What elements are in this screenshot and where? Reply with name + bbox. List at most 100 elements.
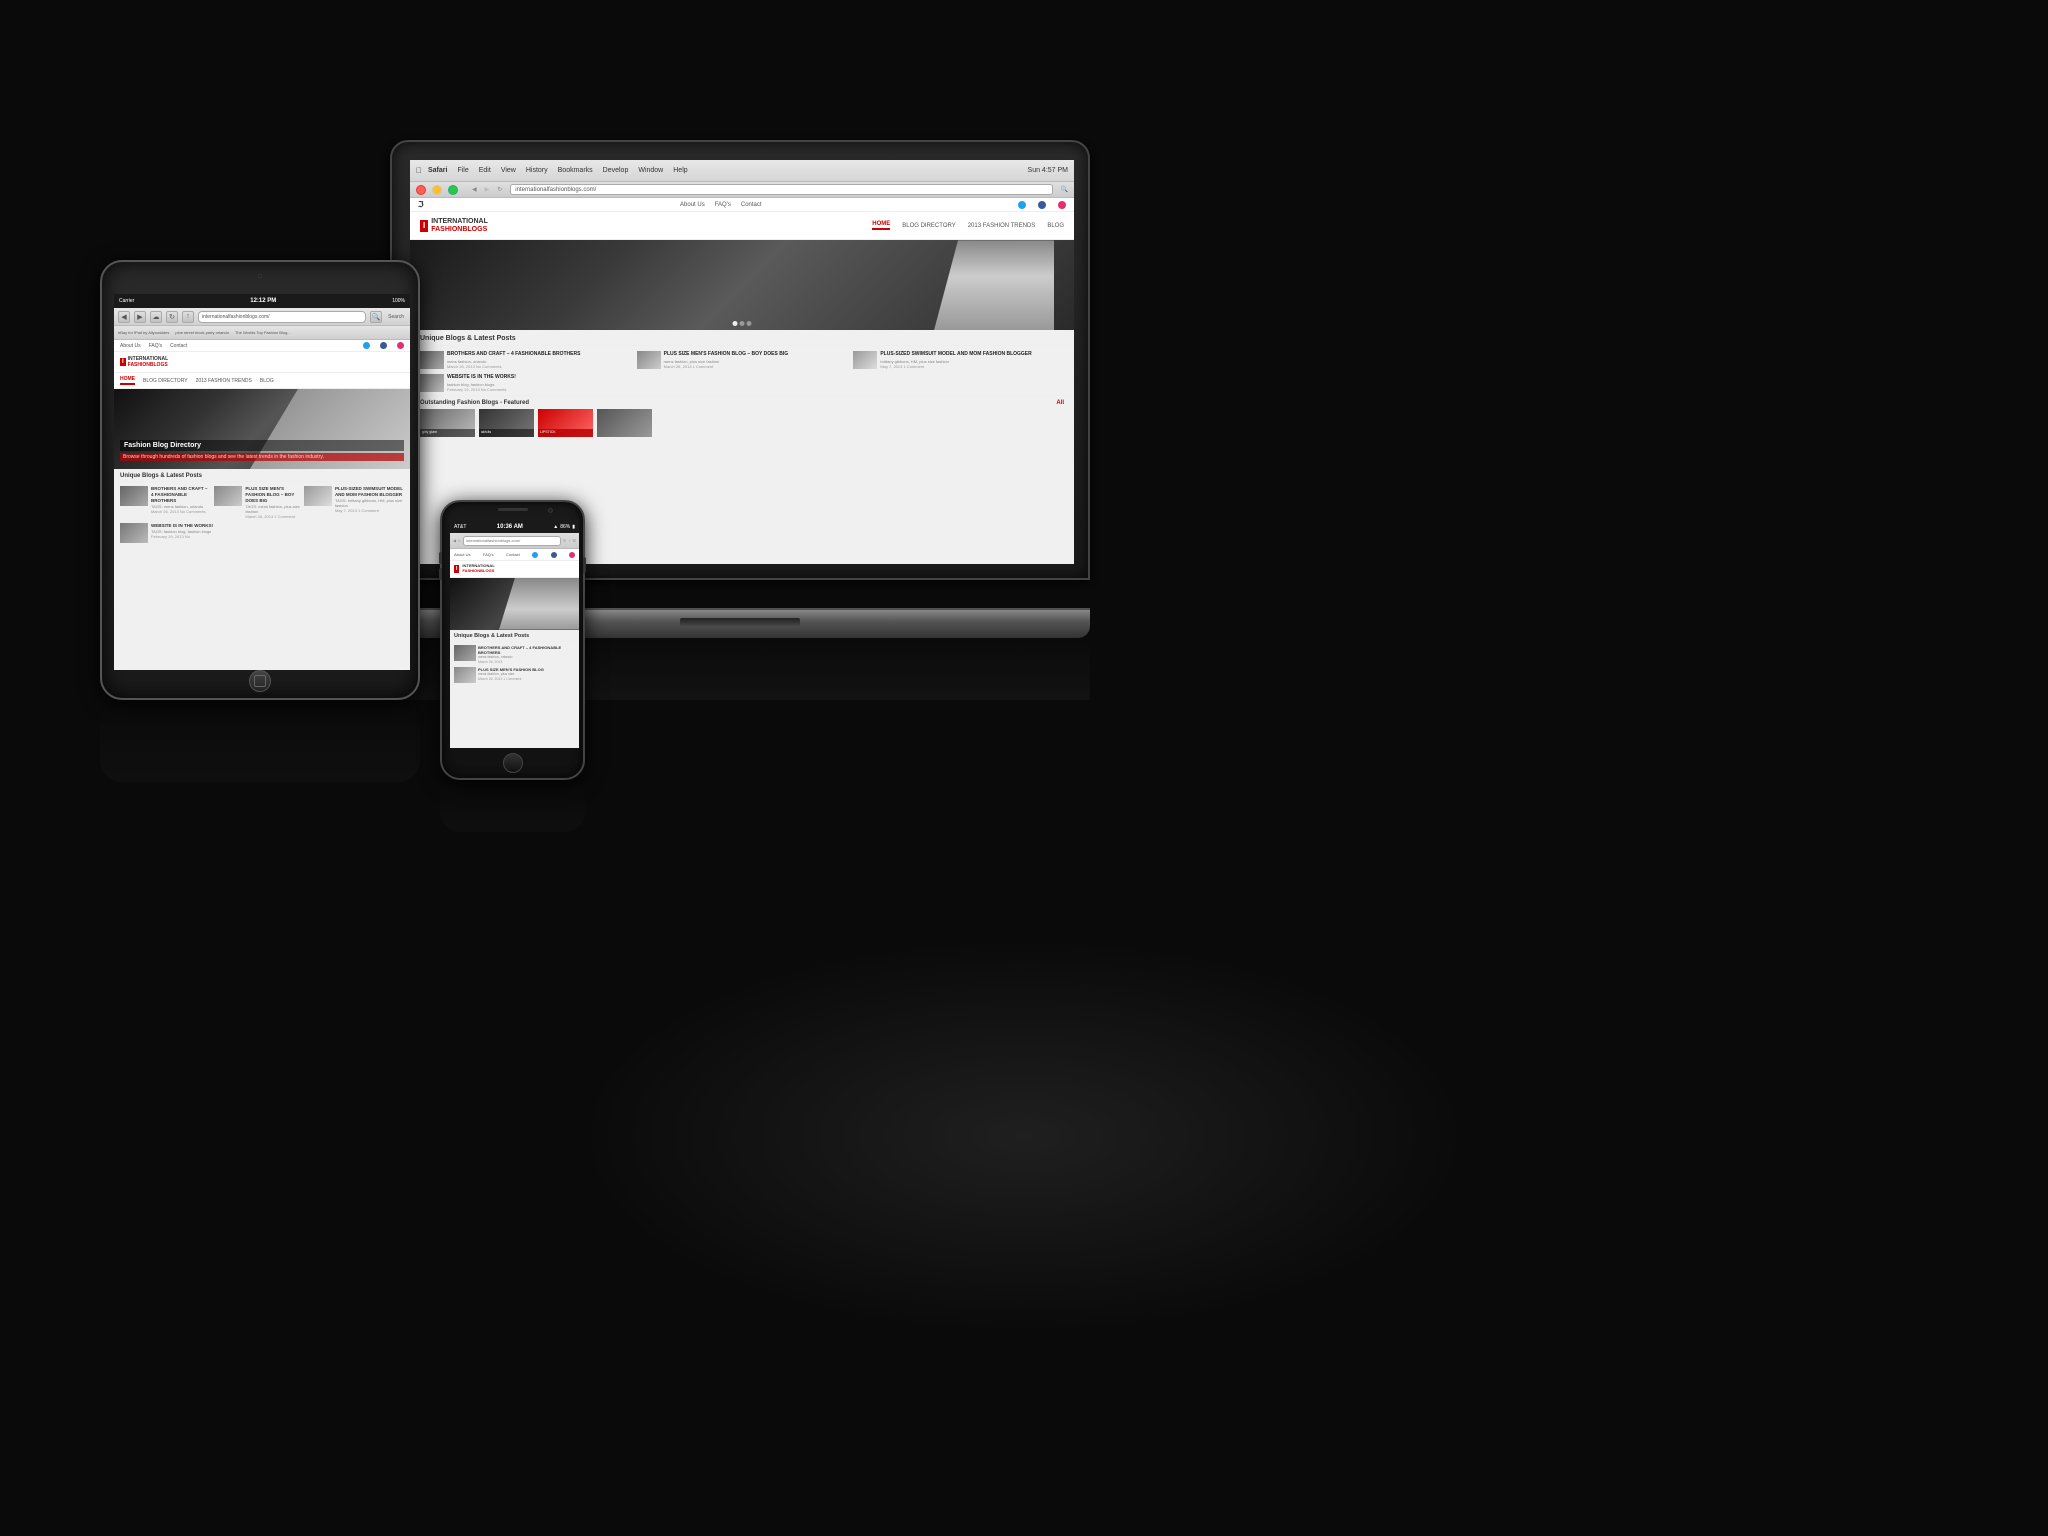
- featured-thumb-4: [597, 409, 652, 437]
- iphone-post-2: PLUS SIZE MEN'S FASHION BLOG mens fashio…: [454, 667, 575, 683]
- iphone-url-bar[interactable]: internationalfashionblogs.com/: [463, 536, 561, 546]
- maximize-button[interactable]: [448, 185, 458, 195]
- ipad-nav2-blog-dir[interactable]: BLOG DIRECTORY: [143, 378, 188, 384]
- slider-dot-2[interactable]: [740, 321, 745, 326]
- ipad-url-bar[interactable]: internationalfashionblogs.com/: [198, 311, 366, 323]
- iphone-url-text: internationalfashionblogs.com/: [466, 538, 520, 543]
- ipad-camera: [258, 274, 262, 278]
- search-icon[interactable]: 🔍: [1061, 186, 1068, 193]
- iphone-social-2[interactable]: [551, 552, 557, 558]
- iphone-back-btn[interactable]: ◀: [453, 538, 456, 543]
- iphone-nav-contact[interactable]: Contact: [506, 552, 520, 557]
- nav-trends[interactable]: 2013 FASHION TRENDS: [968, 223, 1036, 229]
- safari-menu-edit[interactable]: Edit: [479, 167, 491, 174]
- close-button[interactable]: [416, 185, 426, 195]
- ipad-bookmark-2[interactable]: pine street block party orlando: [175, 330, 229, 335]
- ipad-home-button[interactable]: [249, 670, 271, 692]
- forward-icon[interactable]: ▶: [485, 186, 490, 193]
- post-item-4: WEBSITE IS IN THE WORKS! fashion blog, f…: [420, 374, 1064, 392]
- safari-menu-bookmarks[interactable]: Bookmarks: [558, 167, 593, 174]
- iphone-posts: BROTHERS AND CRAFT – 4 FASHIONABLE BROTH…: [450, 642, 579, 686]
- featured-thumb-2: akh.its: [479, 409, 534, 437]
- ipad-nav-about[interactable]: About Us: [120, 343, 141, 349]
- iphone-social-1[interactable]: [532, 552, 538, 558]
- nav-faqs[interactable]: FAQ's: [715, 202, 731, 208]
- nav-home[interactable]: HOME: [872, 221, 890, 230]
- ipad-bookmark-3[interactable]: The Worlds Top Fashion Blog...: [235, 330, 291, 335]
- hero-banner: [410, 240, 1074, 330]
- ipad-back-btn[interactable]: ◀: [118, 311, 130, 323]
- ipad-social-1[interactable]: [363, 342, 370, 349]
- url-text: internationalfashionblogs.com/: [515, 187, 596, 193]
- social-icon-2[interactable]: [1038, 201, 1046, 209]
- iphone-vol-down[interactable]: [439, 568, 442, 580]
- ipad-nav2-blog[interactable]: BLOG: [260, 378, 274, 384]
- site-top-nav: ℑ About Us FAQ's Contact: [410, 198, 1074, 212]
- ipad-nav2-home[interactable]: HOME: [120, 376, 135, 385]
- ipad-reload-btn[interactable]: ↻: [166, 311, 178, 323]
- ipad-browser-toolbar: ◀ ▶ ☁ ↻ ↑ internationalfashionblogs.com/…: [114, 308, 410, 326]
- safari-menu-history[interactable]: History: [526, 167, 548, 174]
- ipad-status-bar: Carrier 12:12 PM 100%: [114, 294, 410, 308]
- ipad-bookmark-1[interactable]: eBay for iPad by Allyouslides: [118, 330, 169, 335]
- ipad-forward-btn[interactable]: ▶: [134, 311, 146, 323]
- featured-thumbs: girly glam akh.its LIPSTICK: [420, 409, 1064, 437]
- ipad-logo-text: INTERNATIONAL FASHIONBLOGS: [128, 356, 168, 368]
- ipad-nav-faqs[interactable]: FAQ's: [149, 343, 162, 349]
- nav-blog[interactable]: BLOG: [1047, 223, 1064, 229]
- iphone-tabs-btn[interactable]: ☰: [572, 538, 576, 543]
- safari-menu-safari[interactable]: Safari: [428, 167, 447, 174]
- safari-urlbar: ◀ ▶ ↻ internationalfashionblogs.com/ 🔍: [410, 182, 1074, 198]
- ipad-post-content-3: PLUS-SIZED SWIMSUIT MODEL AND MOM FASHIO…: [335, 486, 404, 519]
- ipad-search-btn[interactable]: 🔍: [370, 311, 382, 323]
- nav-contact[interactable]: Contact: [741, 202, 762, 208]
- safari-menu-develop[interactable]: Develop: [603, 167, 629, 174]
- ipad-nav2-trends[interactable]: 2013 FASHION TRENDS: [196, 378, 252, 384]
- social-icon-1[interactable]: [1018, 201, 1026, 209]
- iphone-nav-about[interactable]: About Us: [454, 552, 470, 557]
- ipad-nav-contact[interactable]: Contact: [170, 343, 187, 349]
- unique-blogs-title: Unique Blogs & Latest Posts: [410, 330, 1074, 346]
- ipad-battery: 100%: [392, 298, 405, 304]
- iphone-share-btn[interactable]: ↑: [568, 538, 570, 543]
- ipad-hero: Fashion Blog Directory Browse through hu…: [114, 389, 410, 469]
- ipad-post-3: PLUS-SIZED SWIMSUIT MODEL AND MOM FASHIO…: [304, 486, 404, 519]
- url-input[interactable]: internationalfashionblogs.com/: [510, 184, 1052, 195]
- back-icon[interactable]: ◀: [472, 186, 477, 193]
- iphone-device: AT&T 10:36 AM ▲ 86% ▮ ◀ ▶ internationalf…: [440, 500, 585, 832]
- apple-icon: : [416, 166, 422, 175]
- social-icon-3[interactable]: [1058, 201, 1066, 209]
- safari-menu-window[interactable]: Window: [638, 167, 663, 174]
- ipad-device: Carrier 12:12 PM 100% ◀ ▶ ☁ ↻ ↑ internat…: [100, 260, 420, 782]
- nav-blog-directory[interactable]: BLOG DIRECTORY: [902, 223, 955, 229]
- ipad-hero-title: Fashion Blog Directory: [120, 440, 404, 451]
- safari-menu-file[interactable]: File: [457, 167, 468, 174]
- site-logo: I INTERNATIONAL FASHIONBLOGS: [420, 218, 488, 233]
- iphone-reload-btn[interactable]: ↻: [563, 538, 566, 543]
- minimize-button[interactable]: [432, 185, 442, 195]
- iphone-social-3[interactable]: [569, 552, 575, 558]
- nav-about[interactable]: About Us: [680, 202, 705, 208]
- safari-menu-help[interactable]: Help: [673, 167, 687, 174]
- iphone-nav-faqs[interactable]: FAQ's: [483, 552, 494, 557]
- ipad-social-3[interactable]: [397, 342, 404, 349]
- safari-menu-view[interactable]: View: [501, 167, 516, 174]
- ipad-hero-subtitle: Browse through hundreds of fashion blogs…: [120, 453, 404, 461]
- ipad-body: Carrier 12:12 PM 100% ◀ ▶ ☁ ↻ ↑ internat…: [100, 260, 420, 700]
- iphone-power-btn[interactable]: [583, 557, 586, 573]
- iphone-forward-btn[interactable]: ▶: [458, 538, 461, 543]
- iphone-screen: AT&T 10:36 AM ▲ 86% ▮ ◀ ▶ internationalf…: [450, 520, 579, 748]
- iphone-vol-up[interactable]: [439, 552, 442, 564]
- slider-dot-1[interactable]: [733, 321, 738, 326]
- reload-icon[interactable]: ↻: [497, 186, 502, 193]
- ipad-cloud-btn[interactable]: ☁: [150, 311, 162, 323]
- slider-dot-3[interactable]: [747, 321, 752, 326]
- ipad-social-2[interactable]: [380, 342, 387, 349]
- background-glow: [574, 936, 1474, 1336]
- ipad-share-btn[interactable]: ↑: [182, 311, 194, 323]
- ipad-hero-text: Fashion Blog Directory Browse through hu…: [120, 440, 404, 461]
- iphone-battery-text: 86%: [560, 524, 570, 530]
- iphone-home-button[interactable]: [503, 753, 523, 773]
- ipad-post-thumb-4: [120, 523, 148, 543]
- iphone-post-thumb-2: [454, 667, 476, 683]
